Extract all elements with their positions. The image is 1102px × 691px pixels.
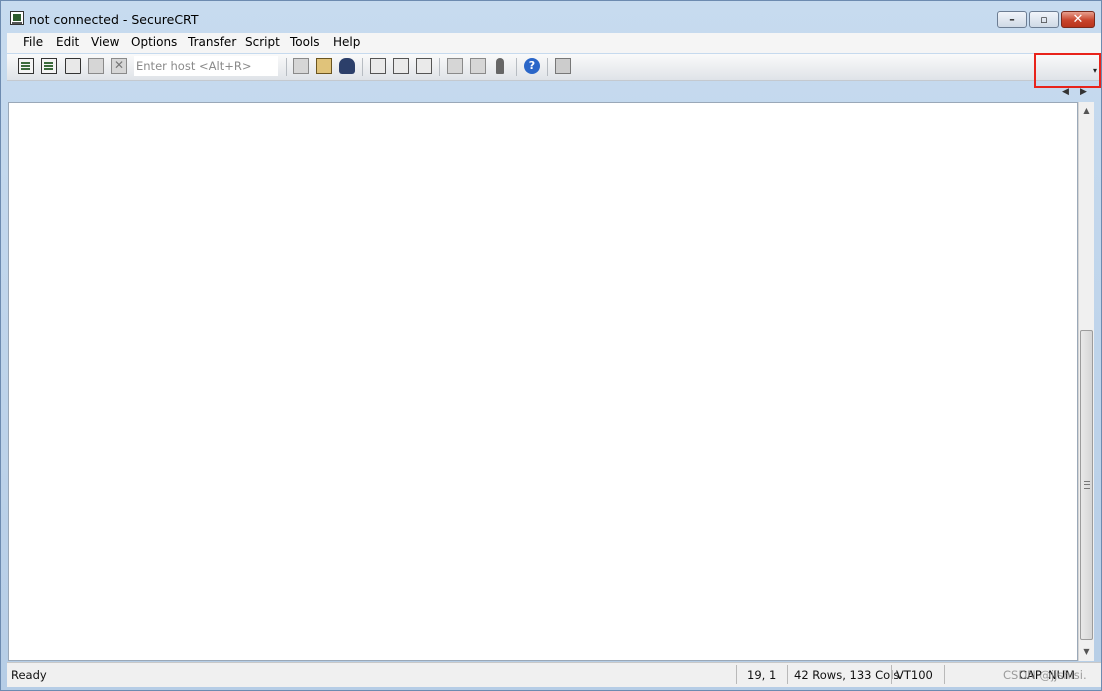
find-icon[interactable] [339,58,355,74]
terminal-area[interactable] [8,102,1078,661]
menu-transfer[interactable]: Transfer [188,35,236,49]
status-divider [944,665,945,684]
scroll-down-icon[interactable]: ▼ [1079,645,1094,659]
securecrt-app-icon[interactable] [10,11,24,25]
status-cursor-position: 19, 1 [747,668,777,682]
toolbar: ? ▾ [7,54,1101,81]
reconnect-icon[interactable] [88,58,104,74]
status-divider [736,665,737,684]
status-ready: Ready [11,668,47,682]
status-divider [787,665,788,684]
session-tab-strip: ◀ ▶ [7,83,1101,102]
menu-file[interactable]: File [23,35,43,49]
close-icon: ✕ [1072,12,1084,27]
menu-view[interactable]: View [91,35,119,49]
toolbar-separator [516,58,517,76]
connect-tab-icon[interactable] [65,58,81,74]
connect-icon[interactable] [18,58,34,74]
printer-icon[interactable] [416,58,432,74]
status-bar: Ready 19, 1 42 Rows, 133 Cols VT100 CAP … [7,662,1101,687]
minimize-icon: – [1009,13,1015,26]
toolbar-separator [286,58,287,76]
quick-connect-icon[interactable] [41,58,57,74]
map-icon[interactable] [555,58,571,74]
status-terminal-size: 42 Rows, 133 Cols [794,668,900,682]
grip-icon [1084,481,1090,489]
toolbar-separator [362,58,363,76]
tab-scroll-right-icon[interactable]: ▶ [1080,87,1087,97]
window-title: not connected - SecureCRT [29,12,199,27]
minimize-button[interactable]: – [997,11,1027,28]
tab-scroll-left-icon[interactable]: ◀ [1062,87,1069,97]
title-bar[interactable]: not connected - SecureCRT – ▫ ✕ [1,1,1101,31]
help-icon[interactable]: ? [524,58,540,74]
print-selection-icon[interactable] [393,58,409,74]
maximize-button[interactable]: ▫ [1029,11,1059,28]
session-options-icon[interactable] [470,58,486,74]
status-divider [891,665,892,684]
paste-icon[interactable] [316,58,332,74]
print-screen-icon[interactable] [370,58,386,74]
scroll-up-icon[interactable]: ▲ [1079,104,1094,118]
copy-icon[interactable] [293,58,309,74]
securecrt-window: not connected - SecureCRT – ▫ ✕ File Edi… [0,0,1102,691]
sftp-icon[interactable] [447,58,463,74]
close-button[interactable]: ✕ [1061,11,1095,28]
toolbar-separator [439,58,440,76]
maximize-icon: ▫ [1040,13,1048,26]
enter-host-input[interactable] [134,56,278,76]
menu-tools[interactable]: Tools [290,35,320,49]
menu-options[interactable]: Options [131,35,177,49]
menu-help[interactable]: Help [333,35,360,49]
csdn-watermark: CSDN @jjshisi. [1003,668,1087,682]
status-emulation: VT100 [896,668,933,682]
scroll-thumb[interactable] [1080,330,1093,640]
menu-edit[interactable]: Edit [56,35,79,49]
menu-bar: File Edit View Options Transfer Script T… [7,33,1101,53]
vertical-scrollbar[interactable]: ▲ ▼ [1078,102,1094,661]
toolbar-separator [547,58,548,76]
disconnect-icon[interactable] [111,58,127,74]
menu-script[interactable]: Script [245,35,280,49]
keymap-icon[interactable] [496,58,504,74]
